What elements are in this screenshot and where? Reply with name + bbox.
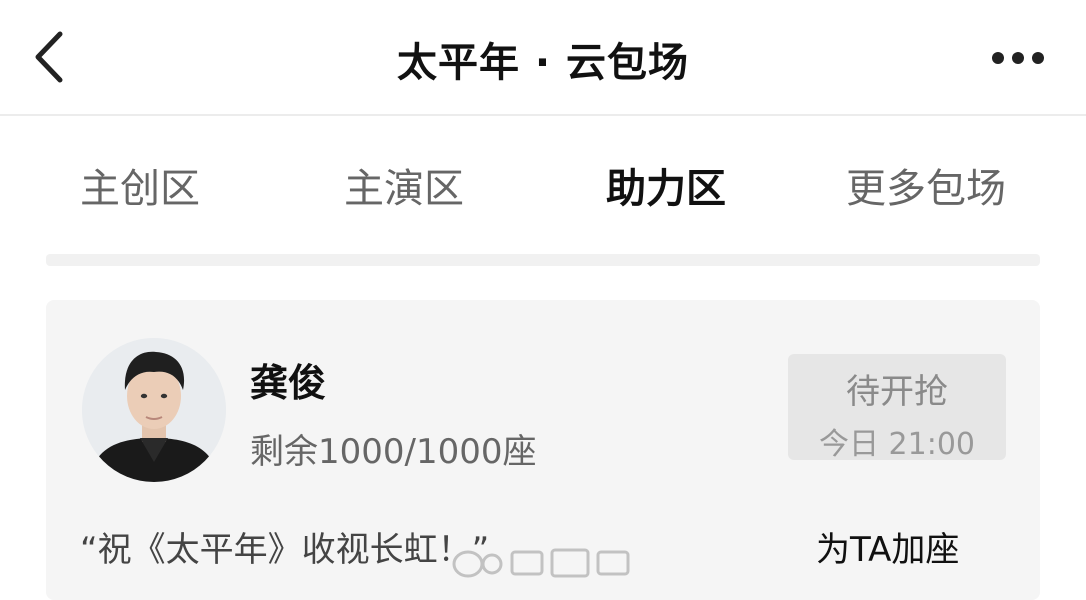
- page-title: 太平年 · 云包场: [396, 40, 690, 86]
- person-avatar-image: [82, 338, 226, 482]
- tab-more-screenings[interactable]: 更多包场: [846, 156, 1006, 214]
- more-dots-icon: [992, 52, 1004, 64]
- divider: [46, 254, 1040, 266]
- tab-lead-actors[interactable]: 主演区: [344, 156, 464, 214]
- more-dots-icon: [1012, 52, 1024, 64]
- grab-button-time: 今日 21:00: [819, 427, 975, 462]
- tab-bar: 主创区 主演区 助力区 更多包场: [0, 150, 1086, 220]
- watermark-logo-icon: [452, 548, 630, 578]
- avatar: [82, 338, 226, 482]
- add-seat-button[interactable]: 为TA加座: [816, 522, 959, 571]
- remaining-seats: 剩余1000/1000座: [250, 432, 537, 472]
- pending-grab-button[interactable]: 待开抢 今日 21:00: [788, 354, 1006, 462]
- actor-name: 龚俊: [250, 361, 327, 405]
- support-quote: “祝《太平年》收视长虹！”: [80, 530, 490, 570]
- tab-creators[interactable]: 主创区: [80, 156, 200, 214]
- tab-support[interactable]: 助力区: [606, 156, 726, 214]
- grab-button-label: 待开抢: [846, 372, 948, 412]
- top-bar: 太平年 · 云包场: [0, 0, 1086, 116]
- more-button[interactable]: [984, 44, 1054, 72]
- more-dots-icon: [1032, 52, 1044, 64]
